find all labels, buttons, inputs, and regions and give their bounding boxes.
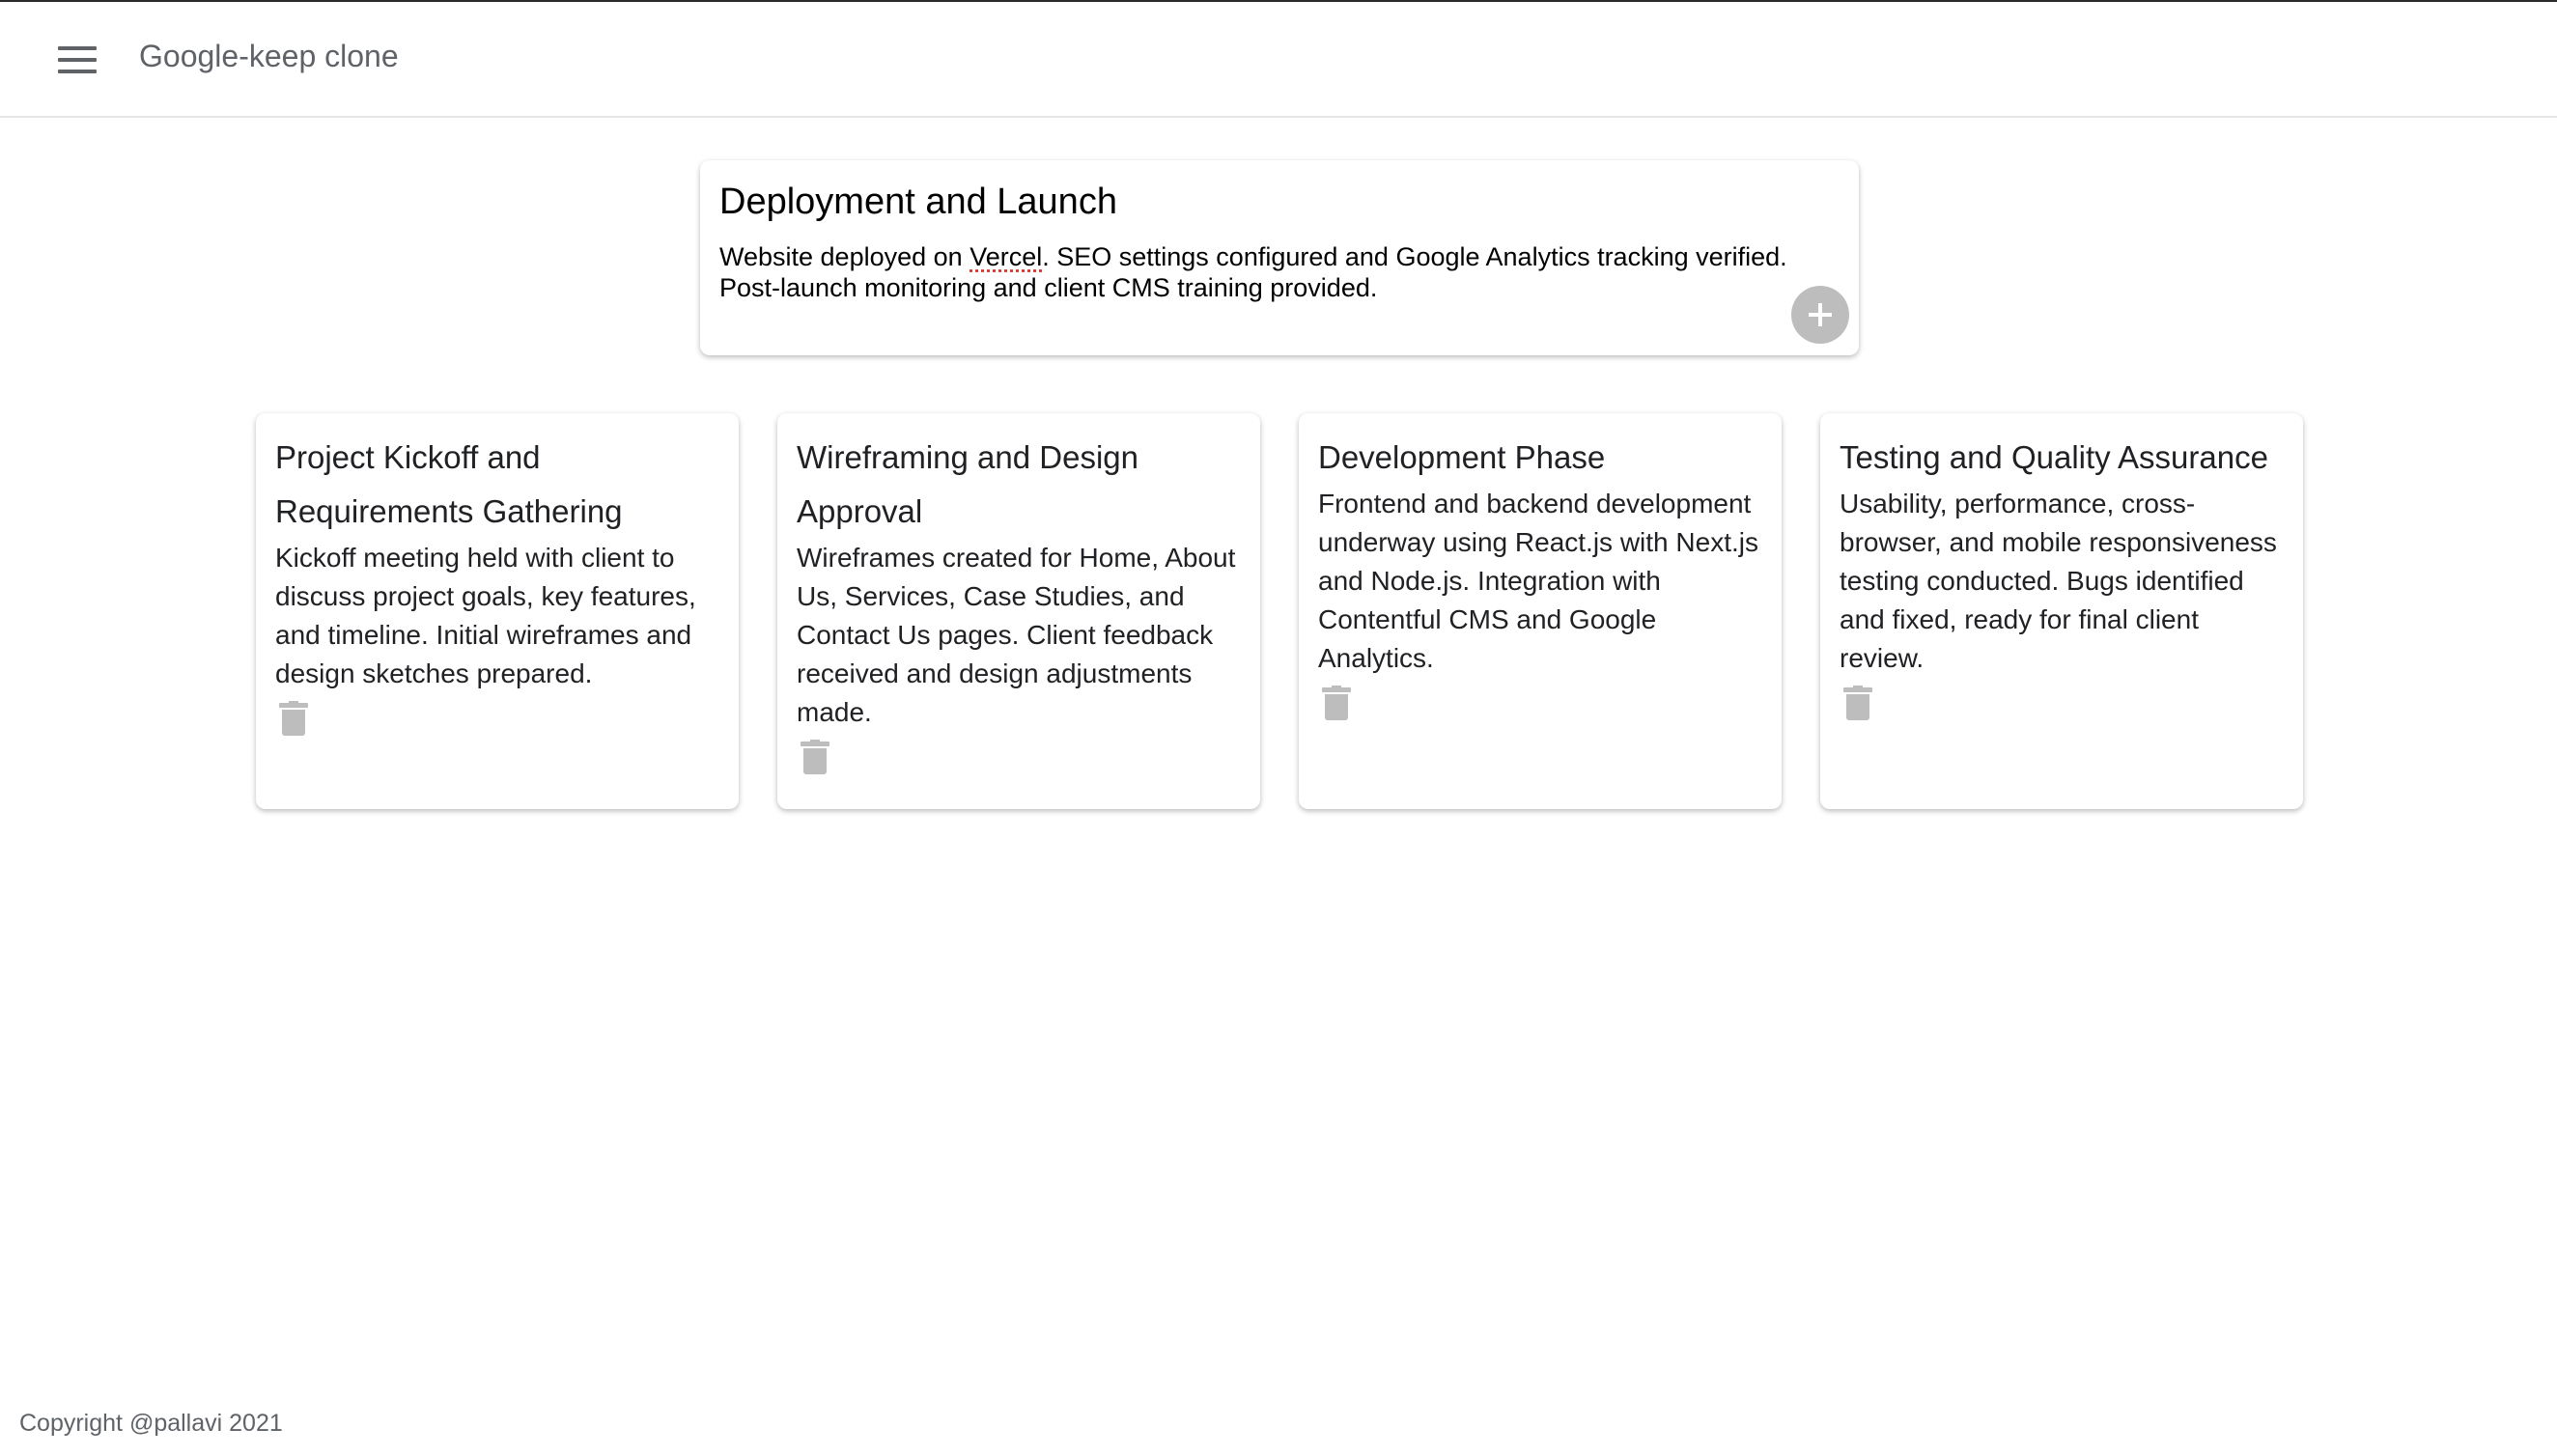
note-card: Development Phase Frontend and backend d… <box>1299 413 1782 809</box>
trash-icon[interactable] <box>801 740 829 774</box>
note-title: Testing and Quality Assurance <box>1840 439 2268 475</box>
hamburger-menu-icon[interactable] <box>58 46 97 75</box>
note-body: Wireframes created for Home, About Us, S… <box>797 543 1236 727</box>
note-title: Development Phase <box>1318 439 1606 475</box>
footer-copyright: Copyright @pallavi 2021 <box>19 1410 283 1437</box>
trash-icon[interactable] <box>1322 686 1351 720</box>
app-header: Google-keep clone <box>0 2 2557 118</box>
note-body: Frontend and backend development underwa… <box>1318 489 1758 673</box>
app-title: Google-keep clone <box>139 39 399 73</box>
spellcheck-word: Vercel <box>969 242 1043 271</box>
create-note-form[interactable]: Deployment and Launch Website deployed o… <box>700 160 1859 355</box>
add-note-button[interactable] <box>1791 286 1849 344</box>
trash-icon[interactable] <box>279 701 308 736</box>
note-title-input[interactable]: Deployment and Launch <box>719 182 1117 223</box>
note-card: Wireframing and Design Approval Wirefram… <box>777 413 1260 809</box>
note-title: Project Kickoff and Requirements Gatheri… <box>275 439 623 529</box>
note-body: Usability, performance, cross-browser, a… <box>1840 489 2277 673</box>
note-content-textarea[interactable]: Website deployed on Vercel. SEO settings… <box>719 241 1840 303</box>
note-card: Testing and Quality Assurance Usability,… <box>1820 413 2303 809</box>
content-text-start: Website deployed on <box>719 242 970 271</box>
note-body: Kickoff meeting held with client to disc… <box>275 543 696 688</box>
note-card: Project Kickoff and Requirements Gatheri… <box>256 413 739 809</box>
note-title: Wireframing and Design Approval <box>797 439 1138 529</box>
trash-icon[interactable] <box>1843 686 1872 720</box>
